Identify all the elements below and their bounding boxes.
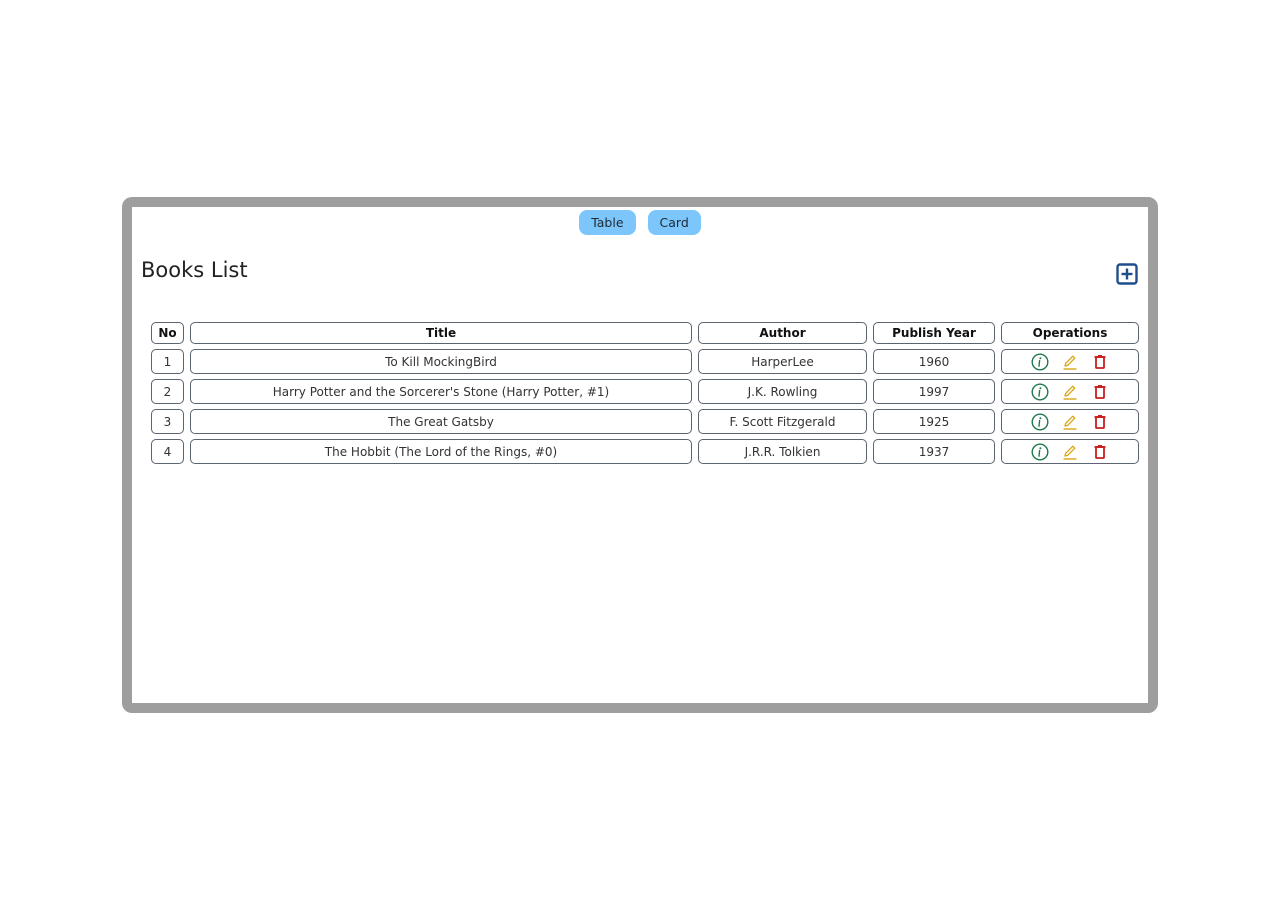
table-row: 1 To Kill MockingBird HarperLee 1960 (151, 349, 1139, 374)
header-operations: Operations (1001, 322, 1139, 344)
table-header-row: No Title Author Publish Year Operations (151, 322, 1139, 344)
info-circle-icon[interactable] (1031, 352, 1049, 371)
cell-author: J.K. Rowling (698, 379, 867, 404)
header-publish-year: Publish Year (873, 322, 995, 344)
info-circle-icon[interactable] (1031, 442, 1049, 461)
cell-publish-year: 1925 (873, 409, 995, 434)
card-view-button[interactable]: Card (647, 210, 701, 235)
cell-operations (1001, 409, 1139, 434)
cell-no: 4 (151, 439, 184, 464)
info-circle-icon[interactable] (1031, 382, 1049, 401)
header-no: No (151, 322, 184, 344)
trash-icon[interactable] (1091, 353, 1109, 371)
trash-icon[interactable] (1091, 383, 1109, 401)
cell-operations (1001, 379, 1139, 404)
header-title: Title (190, 322, 692, 344)
trash-icon[interactable] (1091, 413, 1109, 431)
app-frame: Table Card Books List No Title Author Pu… (122, 197, 1158, 713)
pencil-icon[interactable] (1061, 383, 1079, 401)
cell-publish-year: 1960 (873, 349, 995, 374)
add-book-button[interactable] (1116, 263, 1138, 285)
cell-title: Harry Potter and the Sorcerer's Stone (H… (190, 379, 692, 404)
table-row: 3 The Great Gatsby F. Scott Fitzgerald 1… (151, 409, 1139, 434)
cell-operations (1001, 349, 1139, 374)
pencil-icon[interactable] (1061, 443, 1079, 461)
cell-no: 3 (151, 409, 184, 434)
cell-title: The Hobbit (The Lord of the Rings, #0) (190, 439, 692, 464)
table-row: 4 The Hobbit (The Lord of the Rings, #0)… (151, 439, 1139, 464)
table-view-button[interactable]: Table (579, 210, 636, 235)
cell-publish-year: 1997 (873, 379, 995, 404)
view-toggle: Table Card (132, 210, 1148, 235)
plus-square-icon (1116, 263, 1138, 285)
cell-title: The Great Gatsby (190, 409, 692, 434)
pencil-icon[interactable] (1061, 413, 1079, 431)
cell-no: 1 (151, 349, 184, 374)
pencil-icon[interactable] (1061, 353, 1079, 371)
cell-author: J.R.R. Tolkien (698, 439, 867, 464)
table-row: 2 Harry Potter and the Sorcerer's Stone … (151, 379, 1139, 404)
cell-operations (1001, 439, 1139, 464)
cell-publish-year: 1937 (873, 439, 995, 464)
cell-author: HarperLee (698, 349, 867, 374)
books-table: No Title Author Publish Year Operations … (145, 317, 1145, 469)
cell-no: 2 (151, 379, 184, 404)
cell-title: To Kill MockingBird (190, 349, 692, 374)
header-author: Author (698, 322, 867, 344)
trash-icon[interactable] (1091, 443, 1109, 461)
page-title: Books List (141, 258, 248, 282)
info-circle-icon[interactable] (1031, 412, 1049, 431)
cell-author: F. Scott Fitzgerald (698, 409, 867, 434)
